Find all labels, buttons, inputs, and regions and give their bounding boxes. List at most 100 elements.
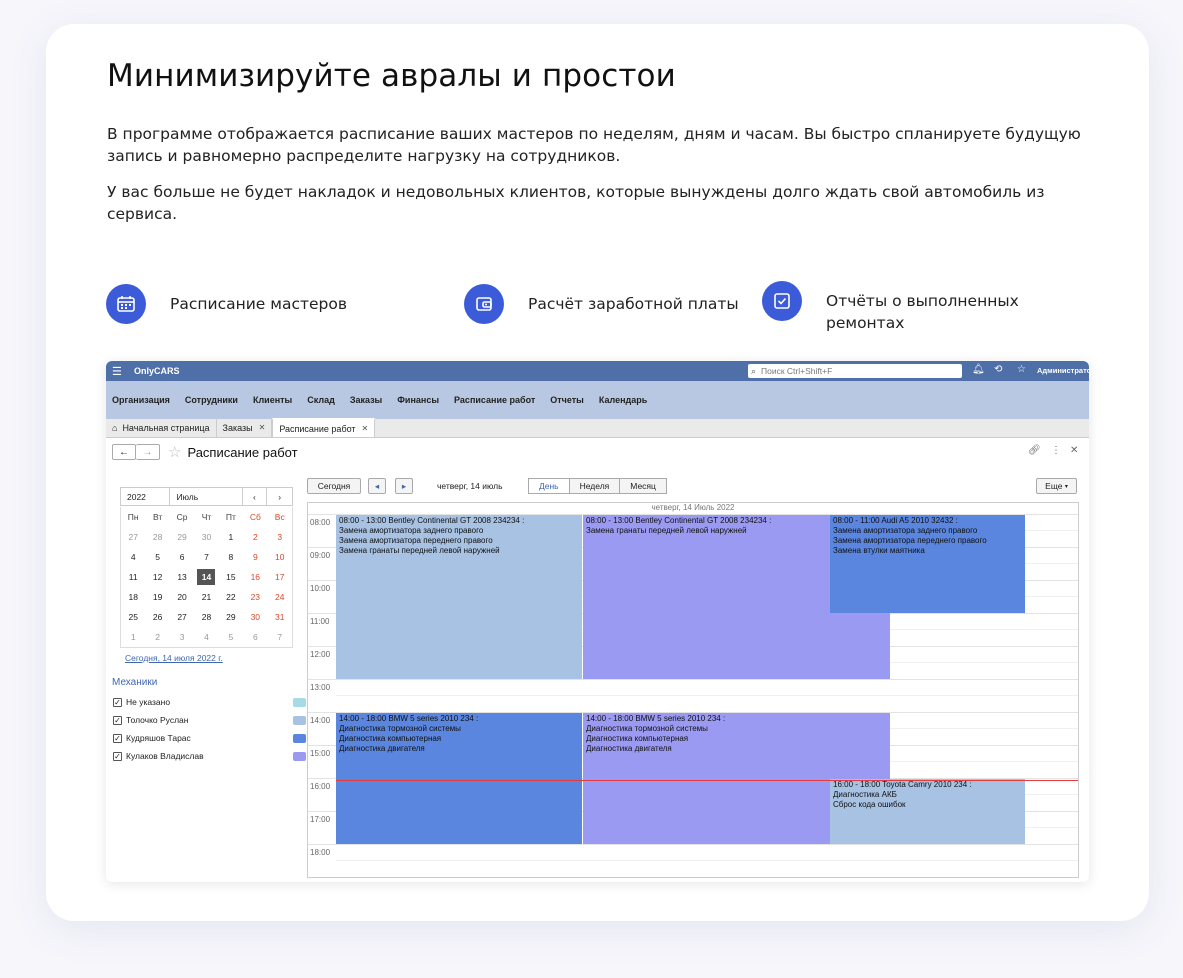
calendar-day[interactable]: 12 bbox=[145, 567, 169, 587]
search-input[interactable]: ⌕ Поиск Ctrl+Shift+F bbox=[748, 364, 962, 378]
close-icon[interactable]: ✕ bbox=[1070, 445, 1078, 456]
calendar-day[interactable]: 14 bbox=[194, 567, 218, 587]
calendar-day[interactable]: 19 bbox=[145, 587, 169, 607]
checkbox[interactable]: ✓ bbox=[113, 733, 122, 743]
menu-item-clients[interactable]: Клиенты bbox=[253, 395, 292, 405]
today-button[interactable]: Сегодня bbox=[307, 478, 361, 494]
menu-item-reports[interactable]: Отчеты bbox=[550, 395, 584, 405]
calendar-day[interactable]: 8 bbox=[219, 547, 243, 567]
view-month[interactable]: Месяц bbox=[620, 478, 667, 494]
calendar-day[interactable]: 28 bbox=[145, 527, 169, 547]
menu-item-orders[interactable]: Заказы bbox=[350, 395, 382, 405]
calendar-day[interactable]: 2 bbox=[145, 627, 169, 647]
menu-item-employees[interactable]: Сотрудники bbox=[185, 395, 238, 405]
prev-day-button[interactable]: ◂ bbox=[368, 478, 386, 494]
calendar-day[interactable]: 31 bbox=[268, 607, 292, 627]
checkbox[interactable]: ✓ bbox=[113, 697, 122, 707]
calendar-day[interactable]: 4 bbox=[194, 627, 218, 647]
schedule-event[interactable]: 08:00 - 13:00 Bentley Continental GT 200… bbox=[336, 515, 582, 679]
calendar-day[interactable]: 3 bbox=[268, 527, 292, 547]
calendar-day[interactable]: 21 bbox=[194, 587, 218, 607]
menu-item-calendar[interactable]: Календарь bbox=[599, 395, 647, 405]
view-week[interactable]: Неделя bbox=[569, 478, 621, 494]
calendar-day[interactable]: 22 bbox=[219, 587, 243, 607]
calendar-day[interactable]: 28 bbox=[194, 607, 218, 627]
calendar-day[interactable]: 5 bbox=[219, 627, 243, 647]
calendar-day[interactable]: 26 bbox=[145, 607, 169, 627]
calendar-day[interactable]: 6 bbox=[243, 627, 267, 647]
close-icon[interactable]: ✕ bbox=[362, 424, 369, 433]
mechanic-item[interactable]: ✓ Не указано bbox=[113, 697, 306, 707]
user-name[interactable]: Администратор bbox=[1037, 366, 1089, 375]
calendar-day[interactable]: 27 bbox=[170, 607, 194, 627]
star-icon[interactable]: ☆ bbox=[1017, 364, 1026, 375]
menu-item-warehouse[interactable]: Склад bbox=[307, 395, 335, 405]
calendar-day[interactable]: 10 bbox=[268, 547, 292, 567]
more-button[interactable]: Еще ▾ bbox=[1036, 478, 1077, 494]
calendar-day[interactable]: 25 bbox=[121, 607, 145, 627]
menu-item-schedule[interactable]: Расписание работ bbox=[454, 395, 535, 405]
calendar-day[interactable]: 2 bbox=[243, 527, 267, 547]
calendar-day[interactable]: 20 bbox=[170, 587, 194, 607]
hour-label: 11:00 bbox=[310, 617, 330, 626]
event-line: Диагностика компьютерная bbox=[339, 734, 442, 743]
close-icon[interactable]: ✕ bbox=[259, 423, 266, 432]
calendar-day[interactable]: 4 bbox=[121, 547, 145, 567]
calendar-day[interactable]: 11 bbox=[121, 567, 145, 587]
calendar-day[interactable]: 24 bbox=[268, 587, 292, 607]
calendar-day[interactable]: 6 bbox=[170, 547, 194, 567]
calendar-day[interactable]: 1 bbox=[121, 627, 145, 647]
next-day-button[interactable]: ▸ bbox=[395, 478, 413, 494]
main-menu: Организация Сотрудники Клиенты Склад Зак… bbox=[106, 381, 1089, 419]
year-select[interactable]: 2022 bbox=[121, 488, 171, 505]
mechanic-item[interactable]: ✓ Кулаков Владислав bbox=[113, 751, 306, 761]
calendar-day[interactable]: 29 bbox=[170, 527, 194, 547]
bell-icon[interactable]: 🔔︎ bbox=[972, 364, 985, 375]
calendar-day[interactable]: 7 bbox=[194, 547, 218, 567]
calendar-day[interactable]: 18 bbox=[121, 587, 145, 607]
calendar-day[interactable]: 17 bbox=[268, 567, 292, 587]
history-icon[interactable]: ⟲ bbox=[994, 364, 1002, 375]
today-link[interactable]: Сегодня, 14 июля 2022 г. bbox=[125, 653, 223, 663]
mechanic-item[interactable]: ✓ Кудряшов Тарас bbox=[113, 733, 306, 743]
link-icon[interactable]: 🔗︎ bbox=[1028, 445, 1041, 456]
view-day[interactable]: День bbox=[528, 478, 570, 494]
calendar-day[interactable]: 16 bbox=[243, 567, 267, 587]
calendar-day[interactable]: 3 bbox=[170, 627, 194, 647]
back-button[interactable]: ← bbox=[112, 444, 136, 460]
calendar-day[interactable]: 15 bbox=[219, 567, 243, 587]
schedule-event[interactable]: 14:00 - 18:00 BMW 5 series 2010 234 : Диа… bbox=[336, 713, 582, 844]
schedule-event[interactable]: 16:00 - 18:00 Toyota Camry 2010 234 : Диа… bbox=[830, 779, 1025, 844]
calendar-day[interactable]: 7 bbox=[268, 627, 292, 647]
calendar-day[interactable]: 9 bbox=[243, 547, 267, 567]
tab-orders[interactable]: Заказы ✕ bbox=[217, 418, 273, 437]
forward-button[interactable]: → bbox=[136, 444, 160, 460]
prev-month-button[interactable]: ‹ bbox=[243, 488, 268, 505]
calendar-day[interactable]: 27 bbox=[121, 527, 145, 547]
checkbox[interactable]: ✓ bbox=[113, 715, 122, 725]
calendar-day[interactable]: 30 bbox=[194, 527, 218, 547]
month-calendar: Пн Вт Ср Чт Пт Сб Вс 27 28 29 30 1 2 3 4 5 6 7 8 9 10… bbox=[120, 507, 293, 648]
checkbox[interactable]: ✓ bbox=[113, 751, 122, 761]
tab-home[interactable]: ⌂ Начальная страница bbox=[106, 418, 217, 437]
menu-item-finance[interactable]: Финансы bbox=[397, 395, 439, 405]
chevron-down-icon: ▾ bbox=[1064, 483, 1068, 490]
next-month-button[interactable]: › bbox=[267, 488, 292, 505]
schedule-event[interactable]: 08:00 - 11:00 Audi A5 2010 32432 : Замена… bbox=[830, 515, 1025, 613]
calendar-day[interactable]: 5 bbox=[145, 547, 169, 567]
menu-icon[interactable]: ☰ bbox=[112, 365, 122, 378]
calendar-day[interactable]: 30 bbox=[243, 607, 267, 627]
hour-label: 16:00 bbox=[310, 782, 331, 791]
month-select[interactable]: Июль bbox=[170, 488, 243, 505]
tab-schedule[interactable]: Расписание работ ✕ bbox=[272, 418, 376, 437]
calendar-day[interactable]: 13 bbox=[170, 567, 194, 587]
calendar-day[interactable]: 29 bbox=[219, 607, 243, 627]
calendar-day[interactable]: 23 bbox=[243, 587, 267, 607]
calendar-day[interactable]: 1 bbox=[219, 527, 243, 547]
favorite-star-icon[interactable]: ☆ bbox=[168, 443, 181, 461]
feature-label: Расчёт заработной платы bbox=[528, 295, 739, 313]
menu-item-organization[interactable]: Организация bbox=[112, 395, 170, 405]
mechanic-item[interactable]: ✓ Толочко Руслан bbox=[113, 715, 306, 725]
more-vert-icon[interactable]: ⋮ bbox=[1051, 445, 1061, 456]
chevron-right-icon: › bbox=[278, 491, 282, 502]
